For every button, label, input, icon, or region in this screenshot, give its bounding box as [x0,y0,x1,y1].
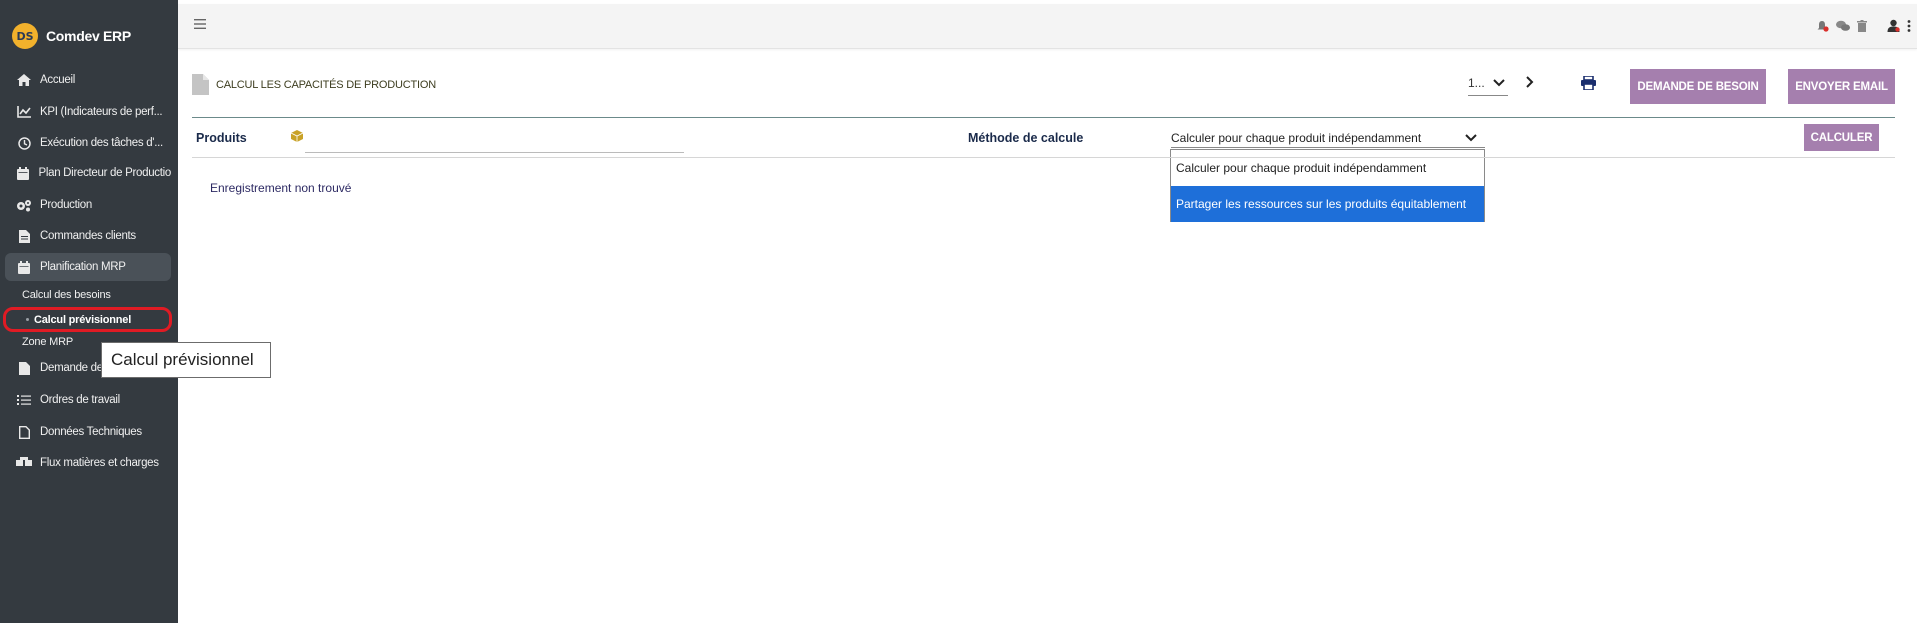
document-icon [15,229,33,243]
sidebar-item-label: Flux matières et charges [40,457,159,469]
bullet-icon [26,318,29,321]
sidebar-item-production[interactable]: Production [5,191,171,219]
sidebar-item-label: Exécution des tâches d'... [40,137,163,149]
sidebar-item-execution[interactable]: Exécution des tâches d'... [5,129,171,157]
chevron-down-icon [1492,76,1505,90]
sidebar-item-ordres-travail[interactable]: Ordres de travail [5,386,171,414]
brand-name: Comdev ERP [46,28,131,44]
top-bar [178,4,1917,49]
chevron-right-icon[interactable] [1526,76,1534,91]
page-document-icon [192,74,209,98]
more-vertical-icon[interactable] [1907,19,1911,35]
sidebar-item-label: Données Techniques [40,426,142,438]
sidebar-item-label: Commandes clients [40,230,136,242]
home-icon [15,74,33,86]
produits-label: Produits [196,131,247,145]
list-check-icon [15,394,33,406]
sidebar-item-planification-mrp[interactable]: Planification MRP [5,253,171,281]
sidebar-item-accueil[interactable]: Accueil [5,66,171,94]
brand[interactable]: DS Comdev ERP [12,22,131,50]
empty-results-message: Enregistrement non trouvé [210,181,352,195]
calculer-button[interactable]: CALCULER [1804,124,1879,151]
produits-input[interactable] [305,126,684,153]
chat-icon[interactable] [1836,20,1850,35]
form-top-divider [192,117,1895,118]
sidebar-item-commandes[interactable]: Commandes clients [5,222,171,250]
sidebar-item-label: Plan Directeur de Productio [38,167,171,179]
boxes-icon [15,457,33,469]
document-icon [15,361,33,375]
page-title: CALCUL LES CAPACITÉS DE PRODUCTION [216,79,436,91]
file-outline-icon [15,425,33,439]
sidebar-item-label: Ordres de travail [40,394,120,406]
submenu-calcul-previsionnel[interactable]: Calcul prévisionnel [3,307,172,332]
sidebar-item-label: Planification MRP [40,261,126,273]
select-underline [1468,95,1508,96]
company-logo: DS [12,23,38,49]
sidebar: DS Comdev ERP Accueil KPI (Indicateurs d… [0,0,178,623]
clock-icon [15,136,33,150]
methode-label: Méthode de calcule [968,131,1084,145]
product-cube-icon [290,130,304,145]
sidebar-item-plan-directeur[interactable]: Plan Directeur de Productio [5,159,171,187]
notification-bell-icon[interactable] [1816,20,1829,35]
page-size-value: 1... [1468,76,1485,90]
calendar-icon [15,166,31,180]
sidebar-item-flux-matieres[interactable]: Flux matières et charges [5,449,171,477]
trash-icon[interactable] [1857,19,1867,35]
gears-icon [15,199,33,212]
print-icon[interactable] [1581,75,1596,93]
chevron-down-icon [1465,131,1477,145]
envoyer-email-button[interactable]: ENVOYER EMAIL [1788,69,1895,104]
chart-line-icon [15,106,33,118]
hamburger-menu-icon[interactable] [194,18,206,32]
sidebar-item-label: Accueil [40,74,75,86]
sidebar-item-donnees-techniques[interactable]: Données Techniques [5,418,171,446]
tooltip: Calcul prévisionnel [101,342,271,378]
form-bottom-divider [192,157,1895,158]
submenu-calcul-besoins[interactable]: Calcul des besoins [22,289,111,301]
sidebar-item-label: Production [40,199,92,211]
dropdown-option-highlighted[interactable]: Partager les ressources sur les produits… [1171,186,1484,222]
submenu-label: Calcul prévisionnel [34,313,132,326]
methode-dropdown: Calculer pour chaque produit indépendamm… [1170,149,1485,222]
page-size-select[interactable]: 1... [1468,76,1508,96]
submenu-zone-mrp[interactable]: Zone MRP [22,336,73,348]
demande-de-besoin-button[interactable]: DEMANDE DE BESOIN [1630,69,1766,104]
dropdown-option[interactable]: Calculer pour chaque produit indépendamm… [1171,150,1484,186]
sidebar-item-label: KPI (Indicateurs de perf... [40,106,163,118]
methode-selected-value: Calculer pour chaque produit indépendamm… [1171,131,1422,145]
calendar-icon [15,260,33,274]
sidebar-item-kpi[interactable]: KPI (Indicateurs de perf... [5,98,171,126]
top-icons [1816,19,1911,35]
user-avatar-icon[interactable] [1887,19,1900,35]
methode-select[interactable]: Calculer pour chaque produit indépendamm… [1171,129,1485,148]
sidebar-item-label: Demande de [40,362,103,374]
